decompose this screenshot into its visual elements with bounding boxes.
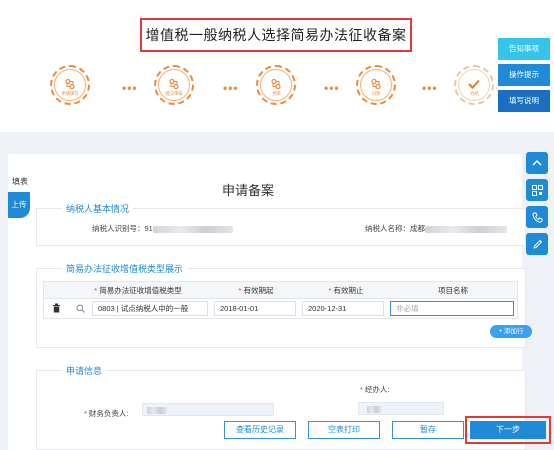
taxpayer-section-title: 纳税人基本情况 (62, 202, 134, 215)
step-connector: ••• (223, 81, 239, 95)
operation-hint-button[interactable]: 操作提示 (498, 64, 550, 86)
blank-print-button[interactable]: 空表打印 (308, 421, 380, 439)
fill-guide-button[interactable]: 填写说明 (498, 90, 550, 112)
handler-field[interactable] (358, 402, 444, 415)
step-sync: 同步 (356, 65, 396, 117)
pencil-icon (532, 239, 542, 249)
step-submit: 提交审核 (154, 65, 194, 117)
taxpayer-id-label: 纳税人识别号： (92, 224, 145, 233)
scroll-top-button[interactable] (526, 152, 548, 174)
step-apply: 申请填写 (50, 65, 90, 117)
process-icon (271, 78, 281, 90)
taxpayer-id-value: 91 (144, 224, 153, 233)
process-icon (65, 78, 75, 90)
column-header-project: 项目名称 (438, 286, 468, 295)
tab-fill[interactable]: 填表 (8, 172, 32, 192)
column-header-start: * 有效期起 (238, 286, 274, 295)
table-row: 0803 | 试点纳税人中的一般 2018-01-01 2020-12-31 非… (43, 299, 518, 319)
column-header-end: * 有效期止 (328, 286, 364, 295)
trash-icon[interactable] (52, 303, 61, 313)
tab-upload[interactable]: 上传 (8, 192, 30, 218)
check-icon (468, 79, 480, 89)
process-icon (169, 78, 179, 90)
project-name-input[interactable]: 非必填 (390, 301, 514, 316)
form-title: 申请备案 (222, 183, 275, 198)
masked-text (367, 406, 381, 413)
taxpayer-name-label: 纳税人名称： (365, 224, 410, 233)
right-toolbar (526, 152, 548, 260)
qr-code-button[interactable] (526, 179, 548, 201)
masked-text (425, 225, 507, 233)
taxpayer-name-row: 纳税人名称：成都 (365, 223, 507, 234)
vat-type-section-title: 简易办法征收增值税类型展示 (62, 262, 188, 275)
table-header: * 简易办法征收增值税类型 * 有效期起 * 有效期止 项目名称 (43, 281, 518, 299)
add-row-button[interactable]: + 添加行 (490, 325, 532, 338)
finance-label-row: * 财务负责人: (84, 409, 129, 418)
view-history-button[interactable]: 查看历史记录 (224, 421, 296, 439)
step-connector: ••• (122, 81, 138, 95)
taxpayer-name-value: 成都 (410, 224, 425, 233)
process-panel: 增值税一般纳税人选择简易办法征收备案 申请填写 ••• 提交审核 ••• 预审 … (0, 0, 554, 132)
column-header-type: * 简易办法征收增值税类型 (94, 286, 182, 295)
qr-code-icon (531, 184, 543, 196)
end-date-input[interactable]: 2020-12-31 (302, 301, 384, 316)
next-step-button[interactable]: 下一步 (470, 421, 546, 439)
notice-button[interactable]: 告知事项 (498, 38, 550, 60)
step-label: 申请填写 (61, 91, 79, 96)
apply-info-section-title: 申请信息 (62, 364, 107, 377)
left-tabs: 填表 上传 (8, 172, 32, 218)
side-button-group: 告知事项 操作提示 填写说明 (498, 38, 550, 116)
taxpayer-id-row: 纳税人识别号：91 (92, 223, 233, 234)
masked-text (147, 407, 167, 414)
vat-type-select[interactable]: 0803 | 试点纳税人中的一般 (92, 301, 208, 316)
masked-text (152, 225, 233, 233)
search-icon[interactable] (76, 304, 85, 313)
step-complete: 办结 (454, 65, 494, 117)
step-review: 预审 (256, 65, 296, 117)
start-date-input[interactable]: 2018-01-01 (214, 301, 296, 316)
edit-button[interactable] (526, 233, 548, 255)
phone-icon (531, 212, 542, 223)
step-label: 预审 (271, 91, 281, 96)
step-label: 提交审核 (165, 91, 183, 96)
process-steps: 申请填写 ••• 提交审核 ••• 预审 ••• 同步 ••• 办结 (50, 65, 500, 117)
step-label: 办结 (469, 91, 479, 96)
step-label: 同步 (371, 91, 381, 96)
finance-field[interactable] (142, 403, 274, 416)
step-connector: ••• (422, 81, 438, 95)
handler-label-row: * 经办人: (360, 385, 390, 394)
chevron-up-icon (532, 159, 542, 166)
save-draft-button[interactable]: 暂存 (392, 421, 464, 439)
process-icon (371, 78, 381, 90)
page-title: 增值税一般纳税人选择简易办法征收备案 (140, 18, 412, 52)
handler-label: 经办人: (364, 385, 390, 394)
finance-label: 财务负责人: (88, 409, 129, 418)
phone-button[interactable] (526, 206, 548, 228)
step-connector: ••• (324, 81, 340, 95)
